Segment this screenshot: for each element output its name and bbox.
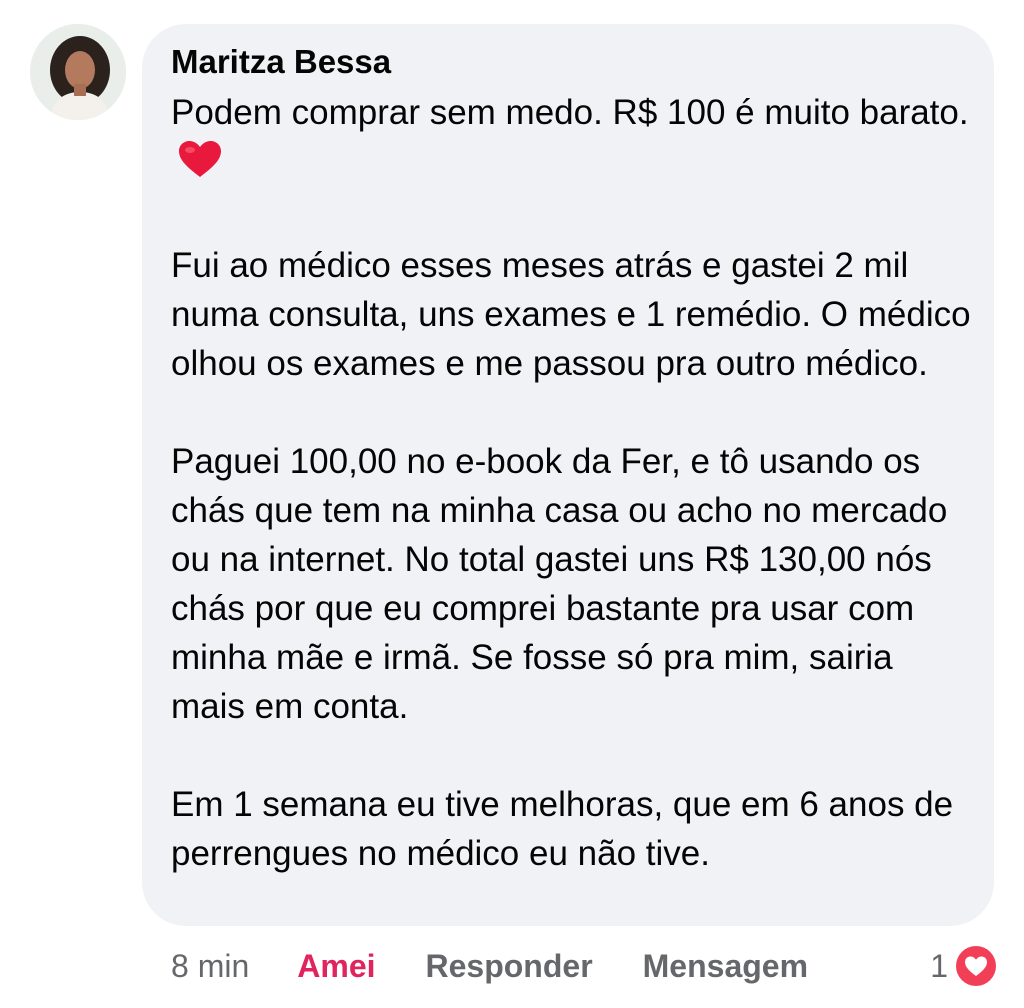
comment-paragraph: Podem comprar sem medo. R$ 100 é muito b… (171, 88, 974, 192)
comment-thread: Maritza Bessa Podem comprar sem medo. R$… (0, 0, 1024, 1008)
comment-author[interactable]: Maritza Bessa (171, 40, 974, 84)
message-button[interactable]: Mensagem (643, 948, 808, 985)
avatar[interactable] (30, 24, 126, 120)
comment-paragraph: Paguei 100,00 no e-book da Fer, e tô usa… (171, 442, 948, 726)
comment-actions: 8 min Amei Responder Mensagem (171, 940, 808, 992)
comment-text: Podem comprar sem medo. R$ 100 é muito b… (171, 88, 974, 878)
reaction-count: 1 (930, 947, 948, 984)
love-reaction-icon (954, 944, 998, 988)
comment-bubble: Maritza Bessa Podem comprar sem medo. R$… (142, 24, 994, 926)
comment-paragraph: Fui ao médico esses meses atrás e gastei… (171, 246, 971, 383)
comment-paragraph-text: Podem comprar sem medo. R$ 100 é muito b… (171, 93, 969, 132)
comment-paragraph: Em 1 semana eu tive melhoras, que em 6 a… (171, 785, 954, 873)
reply-button[interactable]: Responder (426, 948, 593, 985)
love-reaction-button[interactable]: Amei (297, 948, 375, 985)
comment-timestamp[interactable]: 8 min (171, 948, 249, 985)
heart-emoji-icon (177, 139, 223, 192)
reaction-summary[interactable]: 1 (930, 942, 998, 990)
profile-photo (30, 24, 126, 120)
